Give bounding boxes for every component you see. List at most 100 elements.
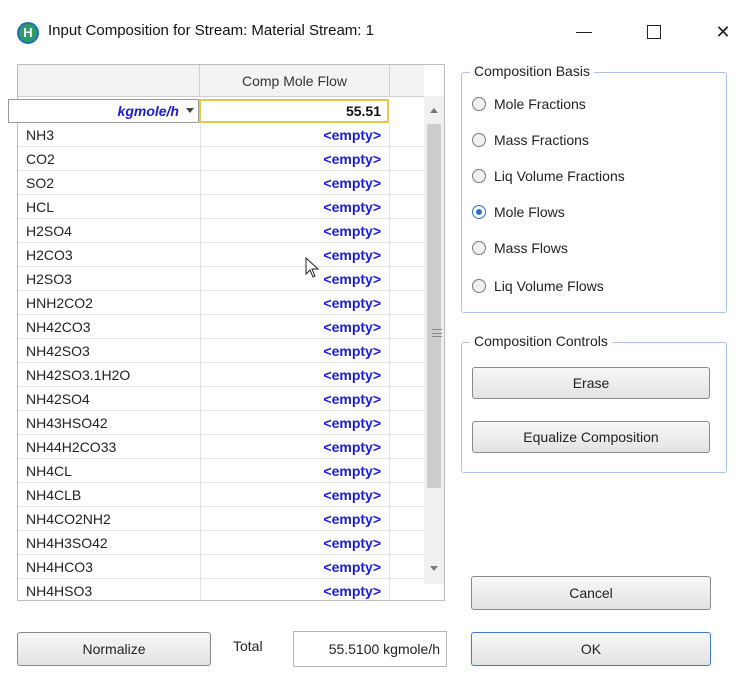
component-value-cell[interactable]: <empty> xyxy=(200,267,390,291)
title-bar: H Input Composition for Stream: Material… xyxy=(0,0,741,62)
grid-vertical-scrollbar[interactable] xyxy=(424,96,444,584)
component-name: H2CO3 xyxy=(26,247,73,263)
table-row: NH42SO3 <empty> xyxy=(18,339,424,363)
close-button[interactable]: ✕ xyxy=(700,14,741,50)
table-row: NH4HSO3 <empty> xyxy=(18,579,424,600)
component-name: H2SO3 xyxy=(26,271,72,287)
component-value-cell[interactable]: <empty> xyxy=(200,507,390,531)
radio-icon[interactable] xyxy=(472,97,486,111)
erase-button[interactable]: Erase xyxy=(472,367,710,399)
basis-option-label: Mass Flows xyxy=(494,240,568,256)
basis-option[interactable]: Mass Fractions xyxy=(472,129,589,151)
basis-option[interactable]: Liq Volume Fractions xyxy=(472,165,625,187)
table-row: NH4CO2NH2 <empty> xyxy=(18,507,424,531)
component-value-cell[interactable]: <empty> xyxy=(200,123,390,147)
mouse-pointer-icon xyxy=(305,257,320,278)
table-row: NH4HCO3 <empty> xyxy=(18,555,424,579)
basis-option[interactable]: Liq Volume Flows xyxy=(472,275,604,297)
table-row: SO2 <empty> xyxy=(18,171,424,195)
component-value-cell[interactable]: <empty> xyxy=(200,363,390,387)
composition-basis-group: Composition Basis Mole Fractions Mass Fra… xyxy=(461,63,727,313)
chevron-down-icon xyxy=(186,108,194,113)
component-rows: NH3 <empty> CO2 <empty> SO2 <empty> HCL <empty>… xyxy=(18,99,424,600)
composition-basis-legend: Composition Basis xyxy=(470,63,594,79)
radio-icon[interactable] xyxy=(472,169,486,183)
component-value-cell[interactable]: <empty> xyxy=(200,387,390,411)
component-value-cell[interactable]: <empty> xyxy=(200,195,390,219)
component-name: H2SO4 xyxy=(26,223,72,239)
close-icon: ✕ xyxy=(715,21,731,42)
table-row: NH4H3SO42 <empty> xyxy=(18,531,424,555)
composition-controls-group: Composition Controls Erase Equalize Comp… xyxy=(461,333,727,473)
component-value-cell[interactable]: <empty> xyxy=(200,171,390,195)
radio-icon[interactable] xyxy=(472,279,486,293)
component-name: SO2 xyxy=(26,175,55,191)
component-name: CO2 xyxy=(26,151,55,167)
table-row: NH42CO3 <empty> xyxy=(18,315,424,339)
scroll-up-icon[interactable] xyxy=(430,108,438,113)
component-value-cell[interactable]: <empty> xyxy=(200,531,390,555)
grid-header: Comp Mole Flow xyxy=(18,65,444,97)
component-name: NH42SO3.1H2O xyxy=(26,367,131,383)
maximize-button[interactable] xyxy=(631,14,677,50)
basis-option-label: Liq Volume Flows xyxy=(494,278,604,294)
basis-option[interactable]: Mole Fractions xyxy=(472,93,586,115)
table-row: H2CO3 <empty> xyxy=(18,243,424,267)
component-name: NH4HSO3 xyxy=(26,583,93,599)
composition-controls-legend: Composition Controls xyxy=(470,333,612,349)
total-flow-cell[interactable]: 55.51 xyxy=(199,99,389,123)
component-value-cell[interactable]: <empty> xyxy=(200,315,390,339)
column-header-comp-mole-flow: Comp Mole Flow xyxy=(200,65,390,97)
basis-option[interactable]: Mass Flows xyxy=(472,237,568,259)
component-name: NH43HSO42 xyxy=(26,415,108,431)
component-name: NH42SO4 xyxy=(26,391,90,407)
radio-icon[interactable] xyxy=(472,205,486,219)
basis-option[interactable]: Mole Flows xyxy=(472,201,565,223)
component-value-cell[interactable]: <empty> xyxy=(200,243,390,267)
component-value-cell[interactable]: <empty> xyxy=(200,291,390,315)
ok-button[interactable]: OK xyxy=(471,632,711,666)
component-value-cell[interactable]: <empty> xyxy=(200,411,390,435)
component-value-cell[interactable]: <empty> xyxy=(200,483,390,507)
component-value-cell[interactable]: <empty> xyxy=(200,339,390,363)
table-row: NH44H2CO33 <empty> xyxy=(18,435,424,459)
row-header-corner xyxy=(18,65,200,97)
component-value-cell[interactable]: <empty> xyxy=(200,147,390,171)
basis-option-label: Mole Flows xyxy=(494,204,565,220)
basis-option-label: Mass Fractions xyxy=(494,132,589,148)
radio-icon[interactable] xyxy=(472,133,486,147)
minimize-button[interactable] xyxy=(561,14,607,50)
component-name: HCL xyxy=(26,199,55,215)
table-row: CO2 <empty> xyxy=(18,147,424,171)
total-field: 55.5100 kgmole/h xyxy=(293,631,447,667)
equalize-composition-button[interactable]: Equalize Composition xyxy=(472,421,710,453)
table-row: NH42SO3.1H2O <empty> xyxy=(18,363,424,387)
component-value-cell[interactable]: <empty> xyxy=(200,435,390,459)
units-label: kgmole/h xyxy=(117,103,179,119)
table-row: HCL <empty> xyxy=(18,195,424,219)
normalize-button[interactable]: Normalize xyxy=(17,632,211,666)
scroll-down-icon[interactable] xyxy=(430,566,438,571)
table-row: HNH2CO2 <empty> xyxy=(18,291,424,315)
maximize-icon xyxy=(647,25,661,39)
component-value-cell[interactable]: <empty> xyxy=(200,579,390,600)
component-value-cell[interactable]: <empty> xyxy=(200,459,390,483)
table-row: NH4CLB <empty> xyxy=(18,483,424,507)
units-dropdown[interactable]: kgmole/h xyxy=(8,99,199,123)
table-row: NH4CL <empty> xyxy=(18,459,424,483)
table-row: H2SO4 <empty> xyxy=(18,219,424,243)
component-name: NH42CO3 xyxy=(26,319,91,335)
radio-icon[interactable] xyxy=(472,241,486,255)
app-logo-icon: H xyxy=(17,22,39,44)
component-name: NH42SO3 xyxy=(26,343,90,359)
component-value-cell[interactable]: <empty> xyxy=(200,219,390,243)
scroll-thumb[interactable] xyxy=(427,124,442,488)
cancel-button[interactable]: Cancel xyxy=(471,576,711,610)
component-name: HNH2CO2 xyxy=(26,295,93,311)
window-title: Input Composition for Stream: Material S… xyxy=(48,22,374,39)
basis-option-label: Liq Volume Fractions xyxy=(494,168,625,184)
component-value-cell[interactable]: <empty> xyxy=(200,555,390,579)
composition-grid: Comp Mole Flow NH3 <empty> CO2 <empty> SO2 <e… xyxy=(17,64,445,601)
component-name: NH4CL xyxy=(26,463,72,479)
component-name: NH4H3SO42 xyxy=(26,535,108,551)
